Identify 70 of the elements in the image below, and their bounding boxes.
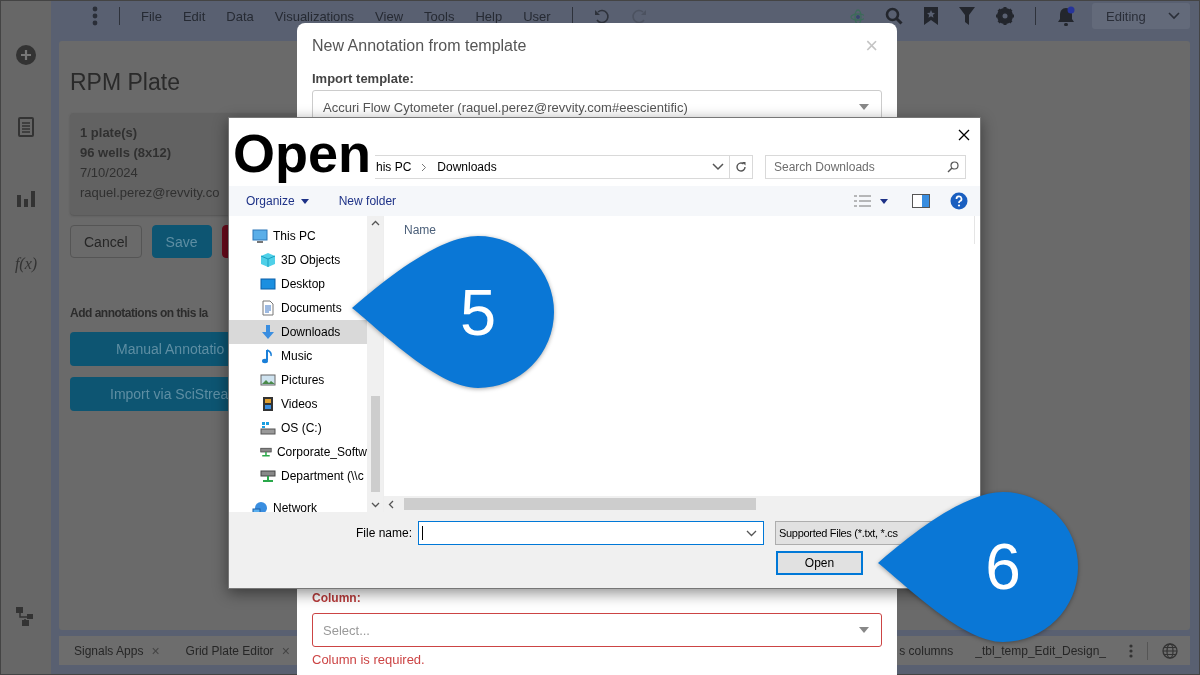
step-number: 5 [458,274,498,350]
settings-icon[interactable] [996,7,1014,25]
drive-icon [260,420,276,436]
bookmark-star-icon[interactable] [924,7,938,25]
globe-icon[interactable] [1162,642,1178,659]
search-icon [947,161,959,173]
folder-item[interactable]: This PC [229,224,367,248]
dialog-title: New Annotation from template [312,37,527,55]
list-icon[interactable] [18,117,34,137]
chevron-right-icon[interactable] [421,162,428,172]
folder-item[interactable]: Department (\\c [229,464,367,488]
scroll-down-icon[interactable] [370,502,380,508]
redo-icon[interactable] [630,8,647,24]
refresh-icon[interactable] [735,161,747,173]
field-label: Import template: [312,71,415,86]
hierarchy-icon[interactable] [16,606,36,626]
file-name-field[interactable] [418,521,764,545]
picture-icon [260,372,276,388]
close-icon[interactable] [958,128,970,141]
folder-item[interactable]: 3D Objects [229,248,367,272]
column-header[interactable]: Name [404,223,436,237]
scroll-thumb[interactable] [370,396,380,492]
error-message: Column is required. [312,652,426,667]
page-title: RPM Plate [70,69,180,96]
notification-bell-icon[interactable] [1057,6,1075,26]
chevron-down-icon[interactable] [746,529,757,537]
scroll-left-icon[interactable] [388,499,394,509]
new-folder-button[interactable]: New folder [338,194,397,208]
folder-item[interactable]: Music [229,344,367,368]
folder-item[interactable]: Corporate_Softw [229,440,367,464]
search-field[interactable]: Search Downloads [765,155,966,179]
undo-icon[interactable] [593,8,610,24]
app-tab[interactable]: _tbl_temp_Edit_Design_ [975,643,1106,658]
cancel-button[interactable]: Cancel [70,225,142,258]
screen-icon [260,276,276,292]
folder-item[interactable]: Downloads [229,320,367,344]
app-tab[interactable]: Grid Plate Editor [185,643,274,658]
caret-icon[interactable] [300,198,309,204]
network-drive-icon [260,468,276,484]
section-heading: Add annotations on this la [70,306,208,320]
down-arrow-icon [260,324,276,340]
breadcrumb-item[interactable]: Downloads [437,160,497,174]
organize-menu[interactable]: Organize [246,194,309,208]
more-icon[interactable] [92,6,98,26]
address-bar[interactable]: his PC Downloads [372,155,753,179]
bar-chart-icon[interactable] [17,189,35,207]
document-icon [260,300,276,316]
preview-pane-icon[interactable] [912,194,930,208]
breadcrumb-item[interactable]: his PC [376,160,412,174]
folder-item[interactable]: OS (C:) [229,416,367,440]
chevron-down-icon[interactable] [712,163,724,171]
film-icon [260,396,276,412]
scroll-thumb[interactable] [404,498,756,510]
field-label: File name: [355,526,412,540]
open-button[interactable]: Open [776,551,863,575]
view-options-icon[interactable] [854,195,888,207]
filter-icon[interactable] [959,7,975,25]
step-number: 6 [984,530,1022,605]
column-dropdown[interactable]: Select... [312,613,882,647]
scroll-up-icon[interactable] [370,220,380,226]
search-icon[interactable] [885,7,903,25]
app-tab[interactable]: Signals Apps [74,643,144,658]
field-label: Column: [312,591,362,605]
more-icon[interactable] [1129,643,1133,658]
help-icon[interactable] [950,192,968,210]
add-icon[interactable] [16,45,36,65]
app-tab[interactable]: s columns [899,643,954,658]
monitor-icon [252,228,268,244]
folder-item[interactable]: Desktop [229,272,367,296]
cube-icon [260,252,276,268]
